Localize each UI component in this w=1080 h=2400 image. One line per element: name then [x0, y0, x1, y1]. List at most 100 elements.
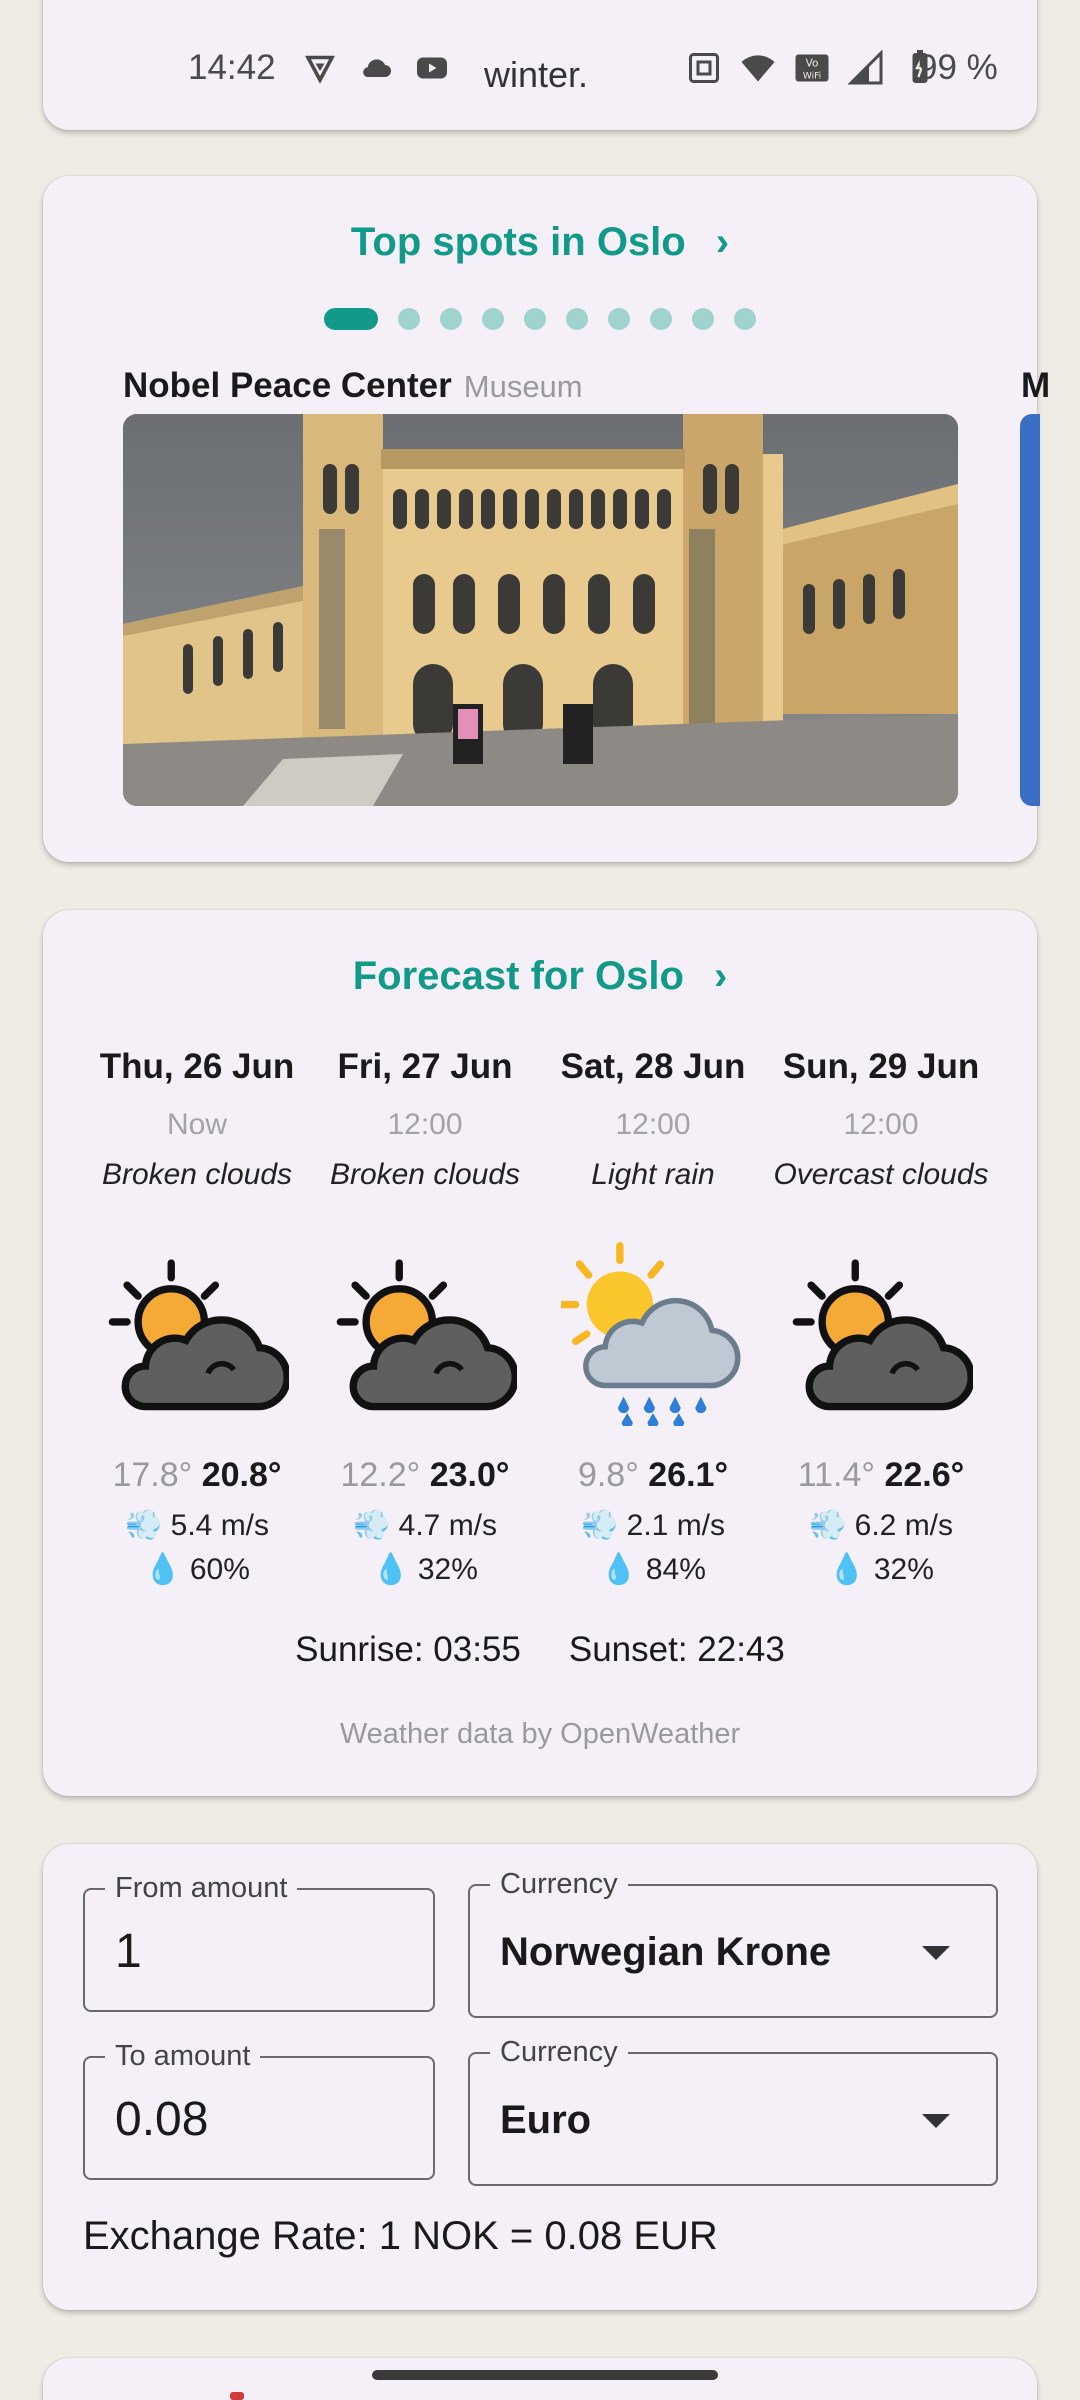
- wind-speed: 5.4 m/s: [170, 1509, 270, 1542]
- nobel-peace-center-photo: [123, 414, 958, 806]
- droplet-icon: 💧: [144, 1553, 182, 1586]
- max-temp: 23.0°: [429, 1456, 510, 1494]
- wind-icon: 💨: [580, 1509, 619, 1542]
- day-time: 12:00: [615, 1108, 691, 1141]
- day-date: Sat, 28 Jun: [560, 1047, 746, 1086]
- page-dot[interactable]: [566, 308, 588, 330]
- wind-icon: 💨: [808, 1509, 847, 1542]
- spot-name: Nobel Peace Center: [123, 366, 452, 405]
- wind-icon: 💨: [352, 1509, 391, 1542]
- from-amount-value: 1: [115, 1925, 142, 1978]
- droplet-icon: 💧: [828, 1553, 866, 1586]
- forecast-day: Thu, 26 Jun Now Broken clouds 17.8° 20.8…: [83, 1042, 311, 1586]
- next-spot-photo[interactable]: [1020, 414, 1040, 806]
- sunrise-time: Sunrise: 03:55: [295, 1630, 521, 1669]
- forecast-day: Sat, 28 Jun 12:00 Light rain 9.8° 26.1° …: [539, 1042, 767, 1586]
- cloud-icon: [363, 59, 391, 77]
- day-time: Now: [166, 1108, 227, 1141]
- svg-text:WiFi: WiFi: [803, 72, 821, 82]
- min-temp: 17.8°: [112, 1456, 193, 1494]
- min-temp: 11.4°: [797, 1456, 875, 1494]
- wifi-icon: [741, 55, 775, 82]
- from-amount-label: From amount: [105, 1870, 298, 1906]
- top-spots-header[interactable]: Top spots in Oslo ›: [43, 220, 1037, 265]
- chevron-right-icon: ›: [715, 220, 730, 264]
- day-rain: 💧 60%: [83, 1552, 311, 1587]
- forecast-days: Thu, 26 Jun Now Broken clouds 17.8° 20.8…: [83, 1042, 997, 1586]
- top-spots-card: Top spots in Oslo › Nobel Peace Center Mus…: [43, 176, 1050, 862]
- max-temp: 22.6°: [884, 1456, 965, 1494]
- day-date: Thu, 26 Jun: [99, 1047, 295, 1086]
- day-wind: 💨 5.4 m/s: [83, 1508, 311, 1543]
- from-amount-field[interactable]: From amount 1: [83, 1870, 435, 2012]
- day-wind: 💨 2.1 m/s: [539, 1508, 767, 1543]
- sun-behind-dark-cloud-icon: [336, 1259, 517, 1411]
- to-amount-value: 0.08: [115, 2093, 209, 2146]
- wind-icon: 💨: [124, 1509, 163, 1542]
- from-currency-select[interactable]: Currency Norwegian Krone: [468, 1866, 998, 2018]
- from-currency-value: Norwegian Krone: [500, 1930, 832, 1974]
- day-condition: Broken clouds: [101, 1158, 293, 1191]
- day-rain: 💧 32%: [311, 1552, 539, 1587]
- to-currency-label: Currency: [490, 2034, 628, 2070]
- forecast-day: Fri, 27 Jun 12:00 Broken clouds 12.2° 23…: [311, 1042, 539, 1586]
- dropdown-arrow-icon: [922, 2114, 950, 2128]
- page-dot[interactable]: [482, 308, 504, 330]
- day-condition: Broken clouds: [329, 1158, 521, 1191]
- page-dot[interactable]: [650, 308, 672, 330]
- forecast-title: Forecast for Oslo: [352, 954, 684, 998]
- page-dot[interactable]: [692, 308, 714, 330]
- spot-photo[interactable]: [123, 414, 958, 806]
- day-date: Sun, 29 Jun: [782, 1047, 980, 1086]
- day-temperatures: 17.8° 20.8°: [83, 1456, 311, 1495]
- day-rain: 💧 84%: [539, 1552, 767, 1587]
- page-dot[interactable]: [324, 308, 378, 330]
- day-date: Fri, 27 Jun: [337, 1047, 513, 1086]
- dropdown-arrow-icon: [922, 1946, 950, 1960]
- to-currency-value: Euro: [500, 2098, 592, 2142]
- carousel-page-indicator: [324, 308, 756, 330]
- page-dot[interactable]: [608, 308, 630, 330]
- weather-credit[interactable]: Weather data by OpenWeather: [43, 1718, 1037, 1751]
- sun-behind-dark-cloud-icon: [792, 1259, 973, 1411]
- to-amount-label: To amount: [105, 2038, 261, 2074]
- sun-rain-cloud-icon: [561, 1242, 741, 1426]
- droplet-icon: 💧: [600, 1553, 638, 1586]
- forecast-day: Sun, 29 Jun 12:00 Overcast clouds 11.4° …: [767, 1042, 995, 1586]
- page-dot[interactable]: [734, 308, 756, 330]
- status-time: 14:42: [188, 48, 276, 87]
- vpn-icon: [305, 55, 335, 84]
- to-currency-select[interactable]: Currency Euro: [468, 2034, 998, 2186]
- day-temperatures: 11.4° 22.6°: [767, 1456, 995, 1495]
- rain-chance: 84%: [645, 1553, 706, 1586]
- page-dot[interactable]: [524, 308, 546, 330]
- max-temp: 20.8°: [201, 1456, 282, 1494]
- gesture-home-bar[interactable]: [372, 2370, 718, 2380]
- day-condition: Overcast clouds: [773, 1158, 989, 1191]
- to-amount-field[interactable]: To amount 0.08: [83, 2038, 435, 2180]
- wind-speed: 6.2 m/s: [854, 1509, 954, 1542]
- wind-speed: 4.7 m/s: [398, 1509, 498, 1542]
- forecast-header[interactable]: Forecast for Oslo ›: [43, 954, 1037, 999]
- page-dot[interactable]: [398, 308, 420, 330]
- nfc-icon: [689, 53, 719, 83]
- rain-chance: 60%: [189, 1553, 250, 1586]
- currency-converter-card: From amount 1 Currency Norwegian Krone T…: [43, 1844, 1037, 2310]
- sun-behind-dark-cloud-icon: [108, 1259, 289, 1411]
- page-dot[interactable]: [440, 308, 462, 330]
- day-time: 12:00: [387, 1108, 463, 1141]
- rain-chance: 32%: [417, 1553, 478, 1586]
- chevron-right-icon: ›: [713, 954, 728, 998]
- rain-chance: 32%: [873, 1553, 934, 1586]
- from-currency-label: Currency: [490, 1866, 628, 1902]
- day-rain: 💧 32%: [767, 1552, 995, 1587]
- battery-percentage: 99 %: [918, 48, 998, 87]
- day-condition: Light rain: [591, 1158, 715, 1191]
- droplet-icon: 💧: [372, 1553, 410, 1586]
- min-temp: 12.2°: [340, 1456, 421, 1494]
- next-spot-label: M: [1021, 366, 1051, 405]
- day-wind: 💨 6.2 m/s: [767, 1508, 995, 1543]
- max-temp: 26.1°: [648, 1456, 729, 1494]
- sunset-time: Sunset: 22:43: [568, 1630, 785, 1669]
- forecast-card: Forecast for Oslo › Thu, 26 Jun Now Broke…: [43, 910, 1037, 1796]
